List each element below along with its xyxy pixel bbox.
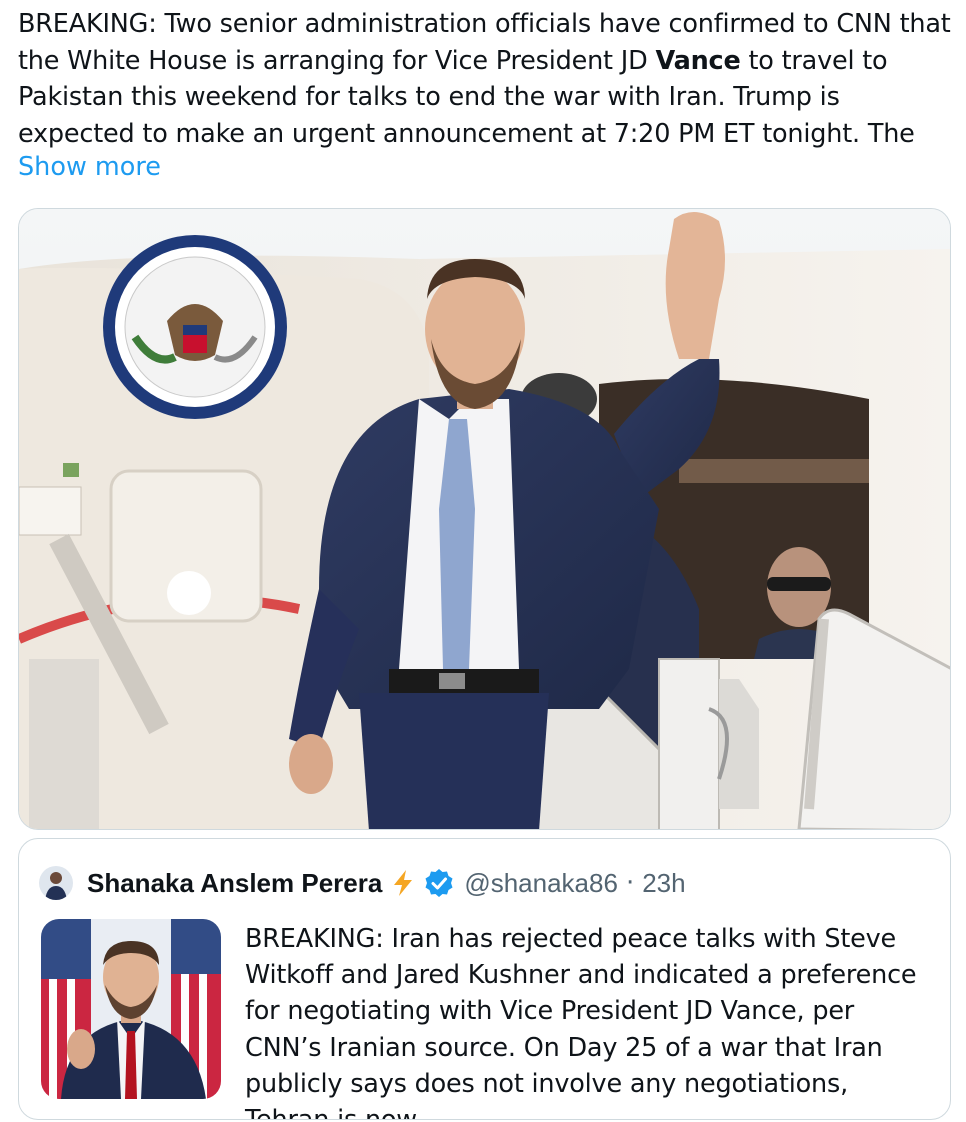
thumbnail-illustration	[41, 919, 221, 1099]
separator-dot: ·	[625, 868, 635, 898]
photo-illustration	[19, 209, 950, 829]
tweet-text: BREAKING: Two senior administration offi…	[18, 6, 953, 152]
quoted-tweet-header: Shanaka Anslem Perera @shanaka86 · 23h	[39, 861, 686, 905]
verified-badge-icon	[425, 869, 453, 897]
author-name[interactable]: Shanaka Anslem Perera	[87, 868, 382, 899]
lightning-icon	[394, 870, 413, 896]
tweet-photo[interactable]	[18, 208, 951, 830]
vp-seal	[103, 235, 287, 419]
author-handle[interactable]: @shanaka86	[464, 868, 618, 899]
avatar-illustration	[39, 866, 73, 900]
tweet-text-bold: Vance	[655, 45, 741, 76]
quoted-tweet-text: BREAKING: Iran has rejected peace talks …	[245, 924, 917, 1119]
quoted-tweet-thumbnail[interactable]	[41, 919, 221, 1099]
quoted-tweet-card[interactable]: Shanaka Anslem Perera @shanaka86 · 23h B…	[18, 838, 951, 1120]
author-avatar[interactable]	[39, 866, 73, 900]
show-more-link[interactable]: Show more	[18, 149, 161, 185]
post-time[interactable]: 23h	[642, 868, 685, 899]
